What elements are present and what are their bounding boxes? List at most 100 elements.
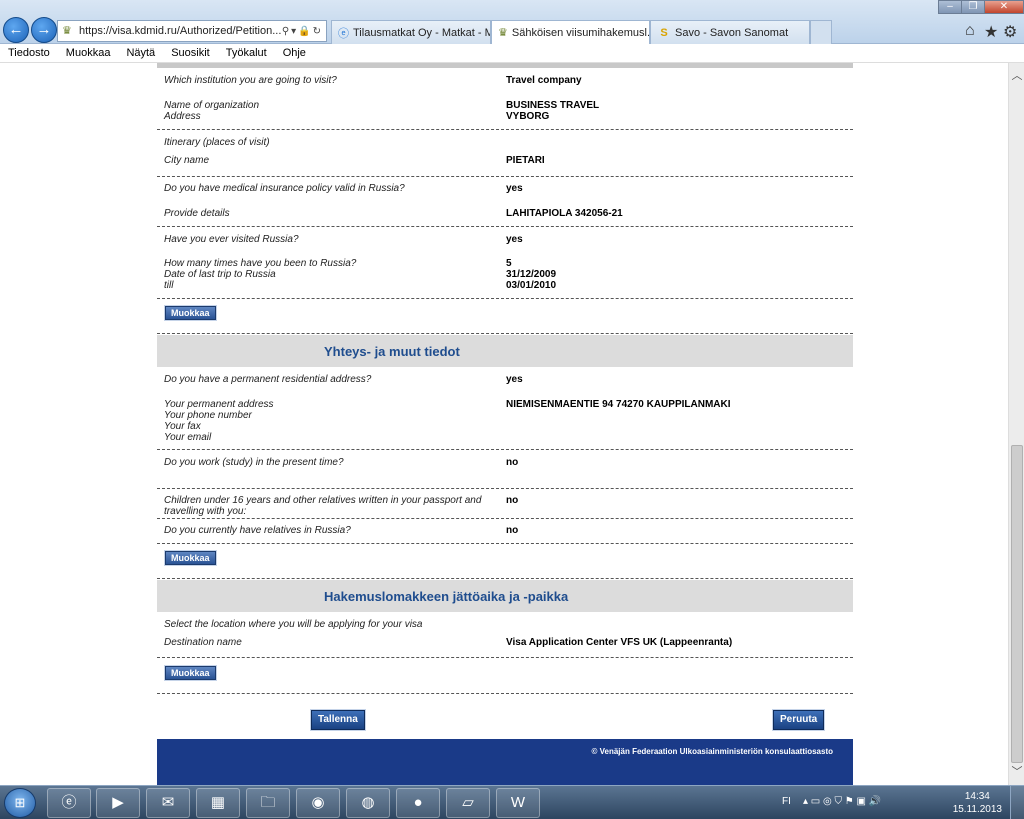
- work-value: no: [506, 457, 519, 468]
- new-tab-button[interactable]: [810, 20, 832, 44]
- children-label: Children under 16 years and other relati…: [164, 495, 482, 517]
- relatives-label: Do you currently have relatives in Russi…: [164, 525, 351, 536]
- times-value: 5: [506, 258, 512, 269]
- divider: [157, 226, 853, 227]
- folder-icon[interactable]: 🗀: [246, 788, 290, 818]
- section-header-submission: Hakemuslomakkeen jättöaika ja -paikka: [157, 580, 853, 612]
- home-icon[interactable]: ⌂: [965, 22, 975, 40]
- tray-icons[interactable]: ▴ ▭ ◎ ⛉ ⚑ ▣ 🔊: [803, 796, 881, 807]
- favorites-star-icon[interactable]: ★: [984, 22, 998, 42]
- clock[interactable]: 14:34 15.11.2013: [953, 790, 1002, 816]
- last-trip-label: Date of last trip to Russia: [164, 269, 276, 280]
- your-address-label: Your permanent address: [164, 399, 274, 410]
- divider: [157, 657, 853, 658]
- divider: [157, 298, 853, 299]
- divider: [157, 449, 853, 450]
- visa-form: Which institution you are going to visit…: [157, 63, 853, 785]
- taskbar: ⊞ ⓔ ▶ ✉ ▦ 🗀 ◉ ◍ ● ▱ W FI ▴ ▭ ◎ ⛉ ⚑ ▣ 🔊 1…: [0, 785, 1024, 819]
- forward-button[interactable]: →: [31, 17, 57, 43]
- ie-icon: ⓔ: [338, 27, 349, 40]
- section-title-submission: Hakemuslomakkeen jättöaika ja -paikka: [324, 589, 569, 604]
- site-emblem-icon: ♛: [62, 25, 72, 37]
- scroll-thumb[interactable]: [1011, 445, 1023, 763]
- vertical-scrollbar[interactable]: ︿ ﹀: [1008, 63, 1024, 785]
- menu-file[interactable]: Tiedosto: [8, 47, 50, 59]
- visited-value: yes: [506, 234, 523, 245]
- org-name-value: BUSINESS TRAVEL: [506, 100, 600, 111]
- menu-edit[interactable]: Muokkaa: [66, 47, 111, 59]
- notes-icon[interactable]: ▱: [446, 788, 490, 818]
- menu-favorites[interactable]: Suosikit: [171, 47, 210, 59]
- scroll-down-icon[interactable]: ﹀: [1009, 763, 1024, 779]
- savo-icon: S: [660, 26, 668, 39]
- cancel-button[interactable]: Peruuta: [773, 710, 825, 730]
- perm-address-question: Do you have a permanent residential addr…: [164, 374, 372, 385]
- tab-savo[interactable]: S Savo - Savon Sanomat: [650, 20, 810, 44]
- back-button[interactable]: ←: [3, 17, 29, 43]
- maximize-button[interactable]: ❐: [961, 0, 985, 14]
- menu-tools[interactable]: Työkalut: [226, 47, 267, 59]
- insurance-details-label: Provide details: [164, 208, 230, 219]
- institution-value: Travel company: [506, 75, 582, 86]
- clock-time: 14:34: [964, 791, 990, 802]
- tab-tilausmatkat[interactable]: ⓔ Tilausmatkat Oy - Matkat - Mo...: [331, 20, 491, 44]
- edit-button-section2[interactable]: Muokkaa: [165, 551, 216, 565]
- fax-label: Your fax: [164, 421, 201, 432]
- chrome-icon[interactable]: ◉: [296, 788, 340, 818]
- children-value: no: [506, 495, 519, 506]
- address-bar[interactable]: ♛ https://visa.kdmid.ru/Authorized/Petit…: [57, 20, 327, 42]
- emblem-icon: ♛: [498, 27, 508, 39]
- location-label: Select the location where you will be ap…: [164, 619, 423, 630]
- footer-copyright: © Venäjän Federaation Ulkoasiainminister…: [591, 747, 833, 756]
- your-address-value: NIEMISENMAENTIE 94 74270 KAUPPILANMAKI: [506, 399, 731, 410]
- tab-label: Tilausmatkat Oy - Matkat - Mo...: [353, 26, 490, 39]
- media-player-icon[interactable]: ▶: [96, 788, 140, 818]
- ie-taskbar-icon[interactable]: ⓔ: [47, 788, 91, 818]
- visited-label: Have you ever visited Russia?: [164, 234, 299, 245]
- section-header-contact: Yhteys- ja muut tiedot: [157, 335, 853, 367]
- tab-label: Savo - Savon Sanomat: [675, 26, 789, 39]
- insurance-value: yes: [506, 183, 523, 194]
- minimize-button[interactable]: –: [938, 0, 962, 14]
- till-label: till: [164, 280, 174, 291]
- till-value: 03/01/2010: [506, 280, 557, 291]
- network-globe-icon[interactable]: ◍: [346, 788, 390, 818]
- city-label: City name: [164, 155, 210, 166]
- menu-help[interactable]: Ohje: [283, 47, 306, 59]
- times-label: How many times have you been to Russia?: [164, 258, 357, 269]
- close-window-button[interactable]: ✕: [984, 0, 1024, 14]
- start-button[interactable]: ⊞: [4, 788, 36, 818]
- language-indicator[interactable]: FI: [782, 796, 791, 807]
- tab-viisumihakemus[interactable]: ♛ Sähköisen viisumihakemusl... ✕: [491, 20, 650, 44]
- clock-date: 15.11.2013: [952, 804, 1002, 815]
- divider: [157, 176, 853, 177]
- itinerary-label: Itinerary (places of visit): [164, 137, 270, 148]
- destination-value: Visa Application Center VFS UK (Lappeenr…: [506, 637, 733, 648]
- people-icon[interactable]: ●: [396, 788, 440, 818]
- email-label: Your email: [164, 432, 212, 443]
- url-text[interactable]: https://visa.kdmid.ru/Authorized/Petitio…: [79, 25, 282, 37]
- show-desktop-button[interactable]: [1010, 786, 1024, 819]
- scroll-up-icon[interactable]: ︿: [1009, 67, 1024, 83]
- institution-label: Which institution you are going to visit…: [164, 75, 337, 86]
- word-icon[interactable]: W: [496, 788, 540, 818]
- save-button[interactable]: Tallenna: [311, 710, 365, 730]
- menu-view[interactable]: Näytä: [126, 47, 155, 59]
- org-name-label: Name of organization: [164, 100, 260, 111]
- divider: [157, 578, 853, 579]
- work-label: Do you work (study) in the present time?: [164, 457, 344, 468]
- edit-button-section3[interactable]: Muokkaa: [165, 666, 216, 680]
- perm-address-answer: yes: [506, 374, 523, 385]
- outlook-icon[interactable]: ✉: [146, 788, 190, 818]
- page-footer: © Venäjän Federaation Ulkoasiainminister…: [157, 739, 853, 785]
- divider: [157, 518, 853, 519]
- section-header-strip: [157, 63, 853, 68]
- section-title-contact: Yhteys- ja muut tiedot: [324, 344, 460, 359]
- city-value: PIETARI: [506, 155, 545, 166]
- phone-label: Your phone number: [164, 410, 252, 421]
- address-value: VYBORG: [506, 111, 550, 122]
- address-tools-icon[interactable]: ⚲▾🔒↻: [282, 26, 326, 37]
- calculator-icon[interactable]: ▦: [196, 788, 240, 818]
- gear-icon[interactable]: ⚙: [1003, 22, 1017, 42]
- edit-button-section1[interactable]: Muokkaa: [165, 306, 216, 320]
